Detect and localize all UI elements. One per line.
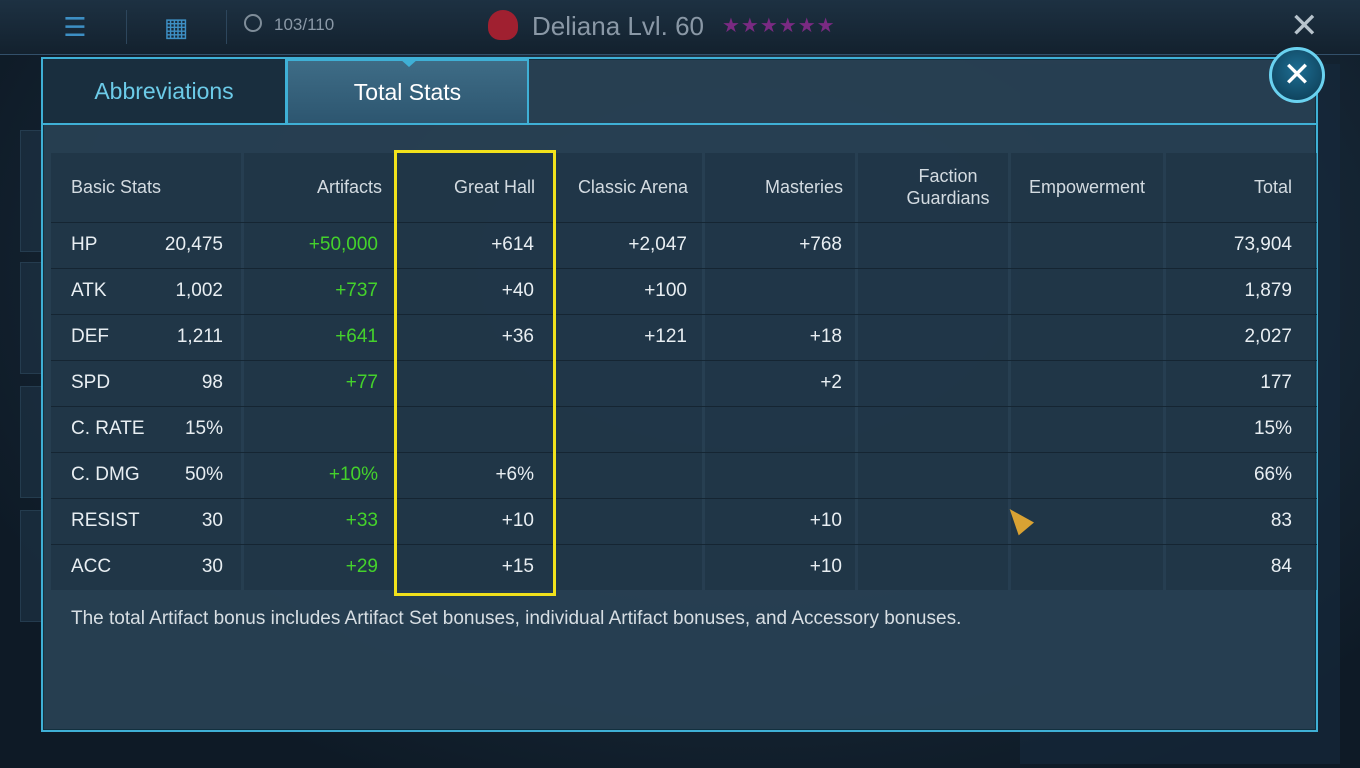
faction-guardians-value	[858, 314, 998, 360]
classic-arena-value: +100	[644, 280, 687, 301]
base-value: 20,475	[164, 234, 223, 255]
total-value: 1,879	[1244, 280, 1292, 301]
energy-icon	[244, 14, 262, 32]
empowerment-value	[1011, 406, 1151, 452]
base-value: 30	[201, 556, 223, 577]
masteries-value: +10	[809, 556, 842, 577]
masteries-value: +10	[809, 510, 842, 531]
masteries-value	[705, 268, 842, 314]
great-hall-highlight-box	[394, 150, 556, 596]
top-bar: ☰ ▦ 103/110 Deliana Lvl. 60 ★★★★★★ ✕	[0, 0, 1360, 55]
header-masteries: Masteries	[764, 176, 843, 197]
header-faction-guardians: Faction Guardians	[858, 153, 998, 221]
masteries-value: +2	[820, 372, 842, 393]
rank-stars: ★★★★★★	[722, 15, 836, 37]
total-value: 66%	[1253, 464, 1292, 485]
total-value: 83	[1270, 510, 1292, 531]
base-value: 1,002	[175, 280, 223, 301]
artifacts-value: +641	[335, 326, 378, 347]
base-value: 98	[201, 372, 223, 393]
masteries-value	[705, 406, 842, 452]
menu-icon[interactable]: ☰	[60, 12, 90, 42]
divider	[126, 10, 127, 44]
artifacts-value: +29	[345, 556, 378, 577]
empowerment-value	[1011, 544, 1151, 590]
total-value: 84	[1270, 556, 1292, 577]
artifacts-value: +50,000	[308, 234, 378, 255]
masteries-value: +18	[809, 326, 842, 347]
artifacts-value	[244, 406, 378, 452]
base-value: 15%	[184, 418, 223, 439]
hero-name-level: Deliana Lvl. 60	[532, 11, 704, 41]
empowerment-value	[1011, 268, 1151, 314]
total-value: 73,904	[1233, 234, 1292, 255]
artifacts-value: +10%	[328, 464, 378, 485]
header-faction-guardians-label: Faction Guardians	[906, 166, 990, 208]
hero-title: Deliana Lvl. 60 ★★★★★★	[488, 10, 836, 42]
empowerment-value	[1011, 360, 1151, 406]
tab-underline	[529, 123, 1318, 125]
modal-close-button[interactable]: ✕	[1269, 47, 1325, 103]
header-artifacts: Artifacts	[316, 176, 382, 197]
tab-total-stats[interactable]: Total Stats	[286, 59, 529, 125]
empowerment-value	[1011, 314, 1151, 360]
header-total: Total	[1253, 176, 1292, 197]
classic-arena-value	[556, 360, 687, 406]
base-value: 1,211	[176, 326, 223, 347]
artifacts-value: +737	[335, 280, 378, 301]
total-value: 177	[1260, 372, 1292, 393]
masteries-value: +768	[799, 234, 842, 255]
total-value: 15%	[1253, 418, 1292, 439]
base-value: 50%	[184, 464, 223, 485]
base-value: 30	[201, 510, 223, 531]
artifacts-value: +77	[345, 372, 378, 393]
classic-arena-value: +2,047	[628, 234, 687, 255]
grid-icon[interactable]: ▦	[161, 12, 191, 42]
faction-guardians-value	[858, 544, 998, 590]
faction-guardians-value	[858, 498, 998, 544]
classic-arena-value	[556, 452, 687, 498]
faction-guardians-value	[858, 406, 998, 452]
classic-arena-value: +121	[644, 326, 687, 347]
classic-arena-value	[556, 498, 687, 544]
header-classic-arena: Classic Arena	[577, 176, 688, 197]
total-value: 2,027	[1244, 326, 1292, 347]
faction-guardians-value	[858, 268, 998, 314]
energy-counter: 103/110	[244, 14, 334, 35]
footer-note: The total Artifact bonus includes Artifa…	[71, 608, 962, 629]
classic-arena-value	[556, 544, 687, 590]
close-icon[interactable]: ✕	[1290, 6, 1319, 46]
faction-guardians-value	[858, 222, 998, 268]
empowerment-value	[1011, 222, 1151, 268]
faction-guardians-value	[858, 360, 998, 406]
energy-value: 103/110	[274, 15, 335, 34]
tab-abbreviations[interactable]: Abbreviations	[43, 59, 286, 125]
close-icon: ✕	[1282, 56, 1312, 94]
empowerment-value	[1011, 452, 1151, 498]
header-basic-stats: Basic Stats	[71, 176, 162, 197]
masteries-value	[705, 452, 842, 498]
classic-arena-value	[556, 406, 687, 452]
skull-icon	[488, 10, 518, 40]
faction-guardians-value	[858, 452, 998, 498]
divider	[226, 10, 227, 44]
header-empowerment: Empowerment	[1028, 176, 1146, 197]
artifacts-value: +33	[345, 510, 378, 531]
